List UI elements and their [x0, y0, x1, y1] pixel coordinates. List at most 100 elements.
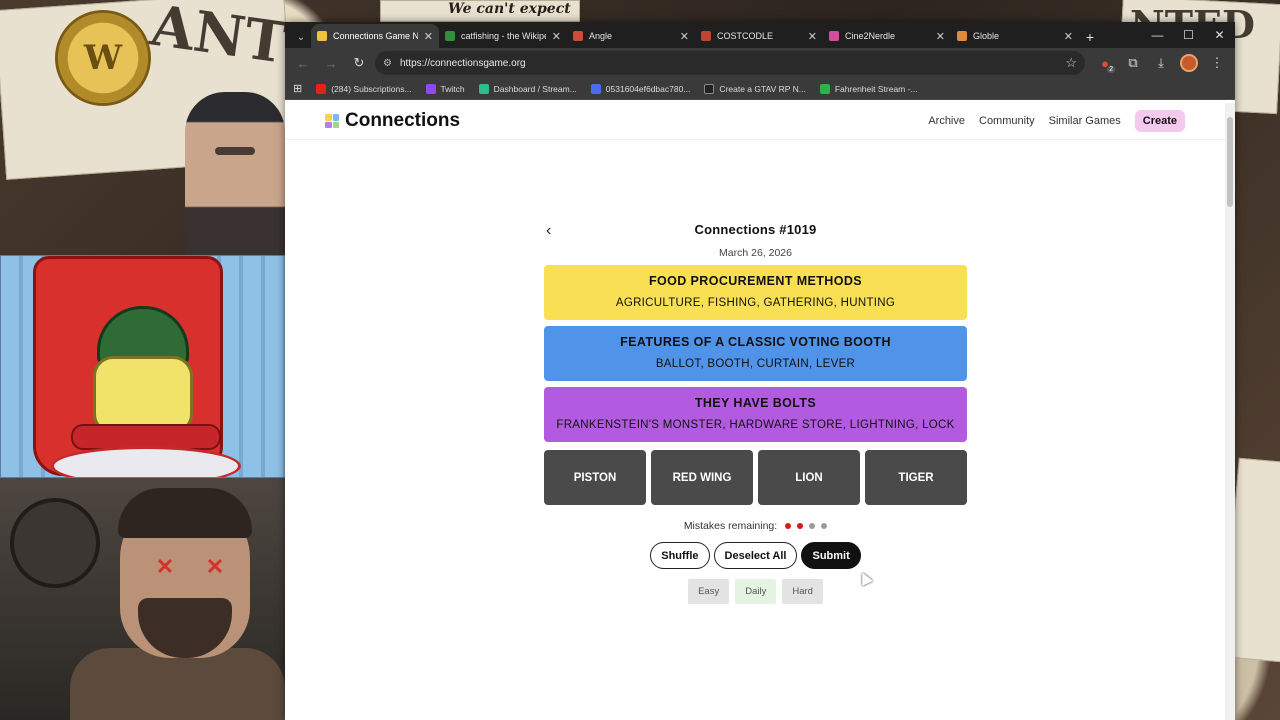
- brand[interactable]: Connections: [325, 110, 460, 132]
- close-icon[interactable]: ✕: [680, 30, 689, 43]
- group-words: BALLOT, BOOTH, CURTAIN, LEVER: [655, 358, 856, 370]
- new-tab-icon[interactable]: +: [1079, 26, 1101, 48]
- poster-caption: We can't expect: [448, 1, 571, 17]
- tab-search-icon[interactable]: ⌄: [291, 26, 311, 48]
- word-tile[interactable]: LION: [758, 450, 860, 505]
- reload-icon[interactable]: ↻: [347, 51, 371, 75]
- bookmark-fahrenheit[interactable]: Fahrenheit Stream -...: [819, 83, 918, 94]
- mistake-dot: [821, 523, 828, 529]
- twitch-icon: [425, 83, 436, 94]
- game-board: ‹ Connections #1019 March 26, 2026 FOOD …: [544, 222, 967, 604]
- main-nav: Archive Community Similar Games Create: [928, 110, 1185, 132]
- tab-angle[interactable]: Angle ✕: [567, 24, 695, 48]
- word-tile[interactable]: PISTON: [544, 450, 646, 505]
- game-header: ‹ Connections #1019 March 26, 2026: [544, 222, 967, 259]
- brand-name: Connections: [345, 110, 461, 131]
- tab-bar: ⌄ Connections Game NY ✕ catfishing - the…: [285, 22, 1235, 48]
- tab-favicon: [829, 31, 839, 41]
- tab-costcodle[interactable]: COSTCODLE ✕: [695, 24, 823, 48]
- nav-community[interactable]: Community: [979, 115, 1035, 127]
- bookmark-twitch[interactable]: Twitch: [425, 83, 465, 94]
- minimize-icon[interactable]: —: [1142, 22, 1173, 48]
- extensions-puzzle-icon[interactable]: ⧉: [1121, 51, 1145, 75]
- browser-menu-icon[interactable]: ⋮: [1205, 51, 1229, 75]
- mistake-dots: [785, 523, 828, 529]
- url-text[interactable]: https://connectionsgame.org: [400, 58, 526, 69]
- word-tile[interactable]: RED WING: [651, 450, 753, 505]
- mode-hard[interactable]: Hard: [782, 579, 823, 604]
- solved-group-blue: FEATURES OF A CLASSIC VOTING BOOTH BALLO…: [544, 326, 967, 381]
- difficulty-modes: Easy Daily Hard: [544, 579, 967, 604]
- tab-catfishing[interactable]: catfishing - the Wikipe ✕: [439, 24, 567, 48]
- channel-logo-coin: W: [55, 10, 151, 106]
- close-window-icon[interactable]: ✕: [1204, 22, 1235, 48]
- tab-favicon: [573, 31, 583, 41]
- create-button[interactable]: Create: [1134, 110, 1185, 132]
- close-icon[interactable]: ✕: [424, 30, 433, 43]
- forward-arrow-icon[interactable]: →: [319, 51, 343, 75]
- puzzle-date: March 26, 2026: [719, 247, 792, 259]
- bookmark-icon: [704, 83, 715, 94]
- tab-favicon: [317, 31, 327, 41]
- nav-similar-games[interactable]: Similar Games: [1049, 115, 1121, 127]
- character-portrait-top: [185, 92, 285, 255]
- shuffle-button[interactable]: Shuffle: [650, 542, 710, 569]
- group-words: FRANKENSTEIN'S MONSTER, HARDWARE STORE, …: [556, 419, 955, 431]
- close-icon[interactable]: ✕: [808, 30, 817, 43]
- page-content: Connections Archive Community Similar Ga…: [285, 103, 1225, 720]
- nav-archive[interactable]: Archive: [928, 115, 965, 127]
- download-icon[interactable]: ⤓: [1149, 51, 1173, 75]
- mode-easy[interactable]: Easy: [688, 579, 730, 604]
- site-info-icon[interactable]: ⚙: [383, 58, 392, 69]
- group-category: FEATURES OF A CLASSIC VOTING BOOTH: [620, 335, 891, 349]
- mistakes-label: Mistakes remaining:: [683, 520, 778, 532]
- group-category: THEY HAVE BOLTS: [694, 396, 817, 410]
- bookmark-gtav[interactable]: Create a GTAV RP N...: [704, 83, 806, 94]
- extension-badge-icon[interactable]: ● 2: [1093, 51, 1117, 75]
- page-scrollbar[interactable]: [1225, 103, 1235, 720]
- bookmark-youtube[interactable]: (284) Subscriptions...: [316, 83, 412, 94]
- bookmark-dashboard[interactable]: Dashboard / Stream...: [478, 83, 577, 94]
- group-words: AGRICULTURE, FISHING, GATHERING, HUNTING: [615, 297, 896, 309]
- tab-favicon: [445, 31, 455, 41]
- browser-window: ⌄ Connections Game NY ✕ catfishing - the…: [285, 22, 1235, 720]
- mode-daily[interactable]: Daily: [735, 579, 777, 604]
- tab-connections[interactable]: Connections Game NY ✕: [311, 24, 439, 48]
- cartoon-seat: [51, 446, 241, 477]
- mistake-dot: [797, 523, 804, 529]
- submit-button[interactable]: Submit: [801, 542, 861, 569]
- mistake-dot: [809, 523, 816, 529]
- profile-avatar[interactable]: [1177, 51, 1201, 75]
- address-bar[interactable]: ⚙ https://connectionsgame.org ☆: [375, 51, 1085, 75]
- deselect-all-button[interactable]: Deselect All: [713, 542, 798, 569]
- close-icon[interactable]: ✕: [1064, 30, 1073, 43]
- tab-cine2nerdle[interactable]: Cine2Nerdle ✕: [823, 24, 951, 48]
- close-icon[interactable]: ✕: [936, 30, 945, 43]
- youtube-icon: [316, 83, 327, 94]
- word-tile[interactable]: TIGER: [865, 450, 967, 505]
- scrollbar-thumb[interactable]: [1227, 117, 1233, 207]
- puzzle-title: Connections #1019: [694, 222, 817, 237]
- webcam-feed: [0, 255, 291, 478]
- chevron-left-icon[interactable]: ‹: [546, 222, 551, 240]
- browser-toolbar: ← → ↻ ⚙ https://connectionsgame.org ☆ ● …: [285, 48, 1235, 78]
- tab-globle[interactable]: Globle ✕: [951, 24, 1079, 48]
- group-category: FOOD PROCUREMENT METHODS: [648, 274, 863, 288]
- bookmark-icon: [819, 83, 830, 94]
- close-icon[interactable]: ✕: [552, 30, 561, 43]
- mistake-dot: [785, 523, 792, 529]
- back-arrow-icon[interactable]: ←: [291, 51, 315, 75]
- site-header: Connections Archive Community Similar Ga…: [285, 103, 1225, 140]
- connections-logo-icon: [325, 114, 339, 128]
- tab-favicon: [701, 31, 711, 41]
- bookmark-hash[interactable]: 0531604ef6dbac780...: [590, 83, 690, 94]
- bookmark-star-icon[interactable]: ☆: [1065, 55, 1077, 71]
- word-tiles: PISTON RED WING LION TIGER: [544, 450, 967, 505]
- apps-grid-icon[interactable]: ⊞: [293, 82, 302, 95]
- cartoon-face: [93, 356, 193, 434]
- mistakes-remaining: Mistakes remaining:: [544, 520, 967, 532]
- solved-group-yellow: FOOD PROCUREMENT METHODS AGRICULTURE, FI…: [544, 265, 967, 320]
- bookmarks-bar: ⊞ (284) Subscriptions... Twitch Dashboar…: [285, 78, 1235, 100]
- maximize-icon[interactable]: ☐: [1173, 22, 1204, 48]
- window-controls: — ☐ ✕: [1142, 22, 1235, 48]
